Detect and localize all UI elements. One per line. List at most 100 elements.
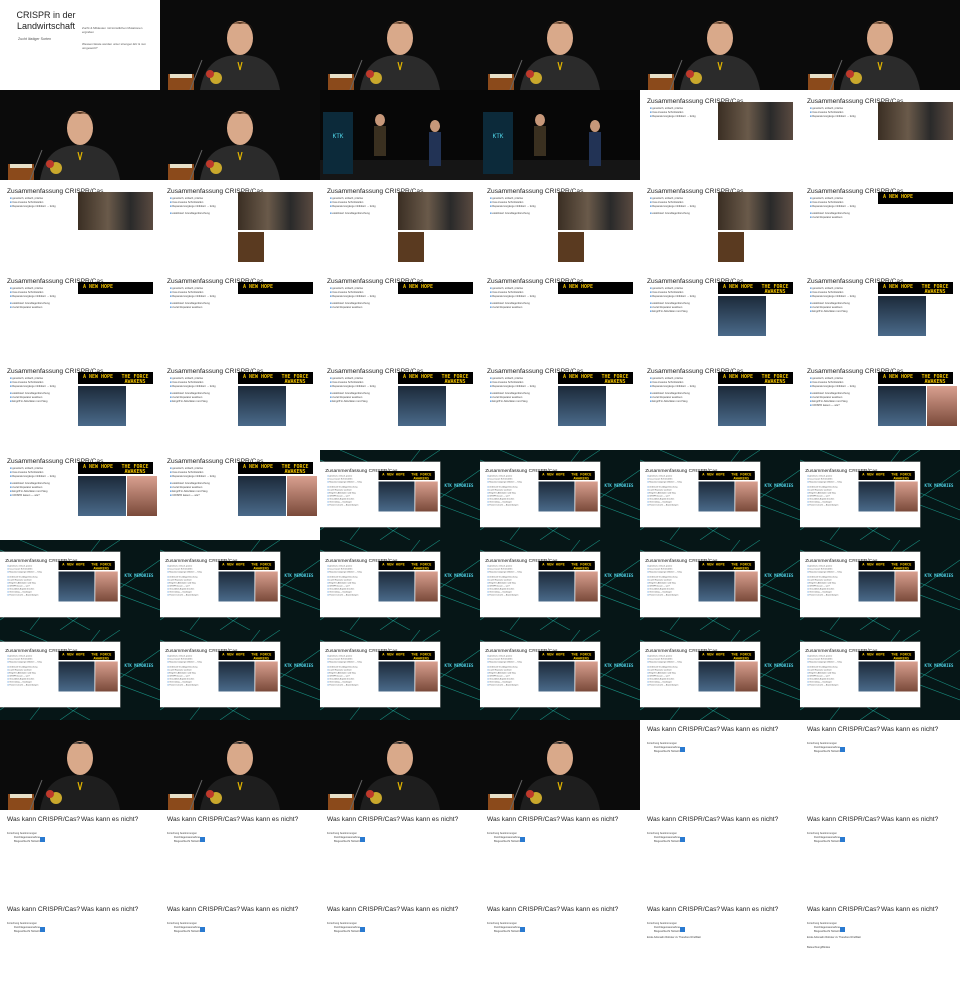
tron-slide-frame: Zusammenfassung CRISPR/Casgenetisch, ein… — [320, 540, 480, 630]
thumbnail-tile: Zusammenfassung CRISPR/Casgenetisch, ein… — [320, 270, 480, 360]
tron-slide-frame: Zusammenfassung CRISPR/Casgenetisch, ein… — [640, 630, 800, 720]
slide-bullet-extra: zuviel Reparatur auslösen — [650, 396, 682, 399]
slide-bullet-extra: Eingriff in Aktivitäten rund Sieg — [8, 672, 35, 674]
slide-bullet: Cas-invasive Schnittstellen — [8, 568, 32, 570]
question-slide: Was kann CRISPR/Cas? Was kann es nicht? Fo… — [320, 810, 480, 900]
speaker-frame — [480, 0, 640, 90]
slide-bullet-extra: CRISPR lassen — wie? — [328, 495, 350, 497]
slide-bullet-extra: CRISPR lassen — wie? — [8, 585, 30, 587]
info-icon — [40, 837, 45, 842]
summary-slide: Zusammenfassung CRISPR/Casgenetisch, ein… — [800, 360, 960, 450]
tron-slide-frame: Zusammenfassung CRISPR/Casgenetisch, ein… — [640, 450, 800, 540]
badge-new-hope: A NEW HOPE — [540, 653, 567, 659]
slide-bullet-extra: Eingriff in Aktivitäten rund Sieg — [650, 310, 687, 313]
summary-slide: Zusammenfassung CRISPR/Casgenetisch, ein… — [480, 270, 640, 360]
thumbnail-tile: Zusammenfassung CRISPR/Casgenetisch, ein… — [640, 270, 800, 360]
slide-bullet: Reparaturvorgänge inhibitiert → fertig — [648, 481, 681, 483]
badge-force-awakens: THE FORCE AWAKENS — [87, 563, 115, 570]
slide-bullet-extra: zuviel Reparatur auslösen — [808, 489, 832, 491]
summary-slide: Zusammenfassung CRISPR/Casgenetisch, ein… — [800, 462, 920, 527]
slide-bullet: Cas-invasive Schnittstellen — [328, 658, 352, 660]
slide-bullet: genetisch, einfach, präzise — [170, 197, 203, 200]
slide-title: Was kann CRISPR/Cas? — [167, 816, 241, 823]
slide-bullet: Cas-invasive Schnittstellen — [808, 568, 832, 570]
slide-title: Was kann CRISPR/Cas? — [487, 816, 561, 823]
slide-title-2: Was kann es nicht? — [881, 816, 939, 823]
badge-new-hope: A NEW HOPE — [880, 375, 916, 382]
slide-bullet: genetisch, einfach, präzise — [490, 197, 523, 200]
slide-bullet-extra: Gesundheit Aspekte brechen — [168, 678, 194, 680]
intro-title: CRISPR in der Landwirtschaft — [16, 10, 76, 31]
question-slide: Was kann CRISPR/Cas? Was kann es nicht? Fo… — [160, 900, 320, 990]
person-photo — [538, 571, 575, 602]
slide-bullet-extra: Vermeidung — Impfungen — [648, 681, 672, 683]
slide-title-2: Was kann es nicht? — [561, 906, 619, 913]
slide-bullet-extra: zuviel Reparatur auslösen — [330, 306, 362, 309]
summary-slide: Zusammenfassung CRISPR/Casgenetisch, ein… — [160, 270, 320, 360]
movie-photo — [558, 192, 633, 230]
speaker-frame — [160, 0, 320, 90]
summary-slide: Zusammenfassung CRISPR/Casgenetisch, ein… — [0, 552, 120, 617]
slide-bullet: Cas-invasive Schnittstellen — [10, 381, 43, 384]
info-icon — [200, 927, 205, 932]
slide-bullet-extra: Vermeidung — Impfungen — [168, 591, 192, 593]
summary-slide: Zusammenfassung CRISPR/Casgenetisch, ein… — [480, 360, 640, 450]
droid-photo — [718, 232, 744, 262]
slide-bullet-extra: zuviel Reparatur auslösen — [328, 489, 352, 491]
info-icon — [200, 837, 205, 842]
info-icon — [840, 837, 845, 842]
badge-force-awakens: THE FORCE AWAKENS — [727, 653, 755, 660]
tron-slide-frame: Zusammenfassung CRISPR/Casgenetisch, ein… — [480, 450, 640, 540]
slide-bullet-extra: CRISPR lassen — wie? — [488, 675, 510, 677]
person-photo — [718, 296, 766, 336]
intro-note: Wessen lässte werden unter strengen EU &… — [82, 42, 146, 50]
question-line: Durchlagemassnahme — [174, 836, 200, 839]
slide-bullet-extra: CRISPR lassen — wie? — [168, 585, 190, 587]
slide-bullet: Reparaturvorgänge inhibitiert → fertig — [810, 385, 855, 388]
slide-bullet: Cas-invasive Schnittstellen — [488, 568, 512, 570]
badge-new-hope: A NEW HOPE — [700, 563, 727, 569]
slide-bullet-extra: Gesundheit Aspekte brechen — [808, 678, 834, 680]
thumbnail-tile: Zusammenfassung CRISPR/Casgenetisch, ein… — [480, 360, 640, 450]
slide-bullet-extra: elektrisiert Grundlagenforschung — [10, 302, 50, 305]
thumbnail-tile: Zusammenfassung CRISPR/Casgenetisch, ein… — [800, 180, 960, 270]
person-photo — [858, 571, 895, 602]
slide-bullet: Reparaturvorgänge inhibitiert → fertig — [170, 385, 215, 388]
summary-slide: Zusammenfassung CRISPR/Casgenetisch, ein… — [640, 552, 760, 617]
summary-slide-inset: Zusammenfassung CRISPR/Casgenetisch, ein… — [800, 462, 920, 527]
slide-bullet: Cas-invasive Schnittstellen — [10, 471, 43, 474]
summary-slide-inset: Zusammenfassung CRISPR/Casgenetisch, ein… — [480, 552, 600, 617]
badge-new-hope: A NEW HOPE — [880, 285, 916, 292]
slide-bullet-extra: Theorie & Zucht — Anwendungen — [8, 684, 38, 686]
slide-bullet-extra: Gesundheit Aspekte brechen — [648, 498, 674, 500]
slide-bullet-extra: CRISPR lassen — wie? — [10, 494, 39, 497]
slide-bullet-extra: zuviel Reparatur auslösen — [330, 396, 362, 399]
slide-bullet-extra: CRISPR lassen — wie? — [488, 495, 510, 497]
slide-bullet-extra: Eingriff in Aktivitäten rund Sieg — [328, 672, 355, 674]
slide-bullet: Reparaturvorgänge inhibitiert → fertig — [648, 571, 681, 573]
slide-bullet: genetisch, einfach, präzise — [648, 565, 672, 567]
summary-slide: Zusammenfassung CRISPR/Casgenetisch, ein… — [160, 180, 320, 270]
slide-bullet: Reparaturvorgänge inhibitiert → fertig — [810, 295, 855, 298]
kylo-photo — [735, 661, 758, 692]
slide-bullet: genetisch, einfach, präzise — [650, 197, 683, 200]
slide-title-2: Was kann es nicht? — [241, 816, 299, 823]
question-line: Forschung bestimmungen — [487, 922, 517, 925]
svg-text:KTK: KTK — [493, 133, 504, 140]
question-line: Durchlagemassnahme — [654, 926, 680, 929]
badge-ktk-memories: KTK MEMORIES — [924, 573, 954, 578]
badge-force-awakens: THE FORCE AWAKENS — [597, 375, 633, 385]
kylo-photo — [127, 476, 157, 516]
summary-slide: Zusammenfassung CRISPR/Casgenetisch, ein… — [640, 270, 800, 360]
intro-slide: CRISPR in der Landwirtschaft Zucht lästig… — [0, 0, 160, 90]
slide-bullet-extra: CRISPR lassen — wie? — [808, 495, 830, 497]
question-slide: Was kann CRISPR/Cas? Was kann es nicht? Fo… — [640, 720, 800, 810]
slide-bullet-extra: elektrisiert Grundlagenforschung — [490, 212, 530, 215]
slide-bullet-extra: zuviel Reparatur auslösen — [490, 396, 522, 399]
badge-new-hope: A NEW HOPE — [380, 473, 407, 479]
summary-slide-inset: Zusammenfassung CRISPR/Casgenetisch, ein… — [800, 552, 920, 617]
slide-bullet: Cas-invasive Schnittstellen — [170, 201, 203, 204]
summary-slide: Zusammenfassung CRISPR/Casgenetisch, ein… — [640, 462, 760, 527]
slide-bullet: genetisch, einfach, präzise — [488, 655, 512, 657]
slide-bullet-extra: elektrisiert Grundlagenforschung — [488, 666, 517, 668]
